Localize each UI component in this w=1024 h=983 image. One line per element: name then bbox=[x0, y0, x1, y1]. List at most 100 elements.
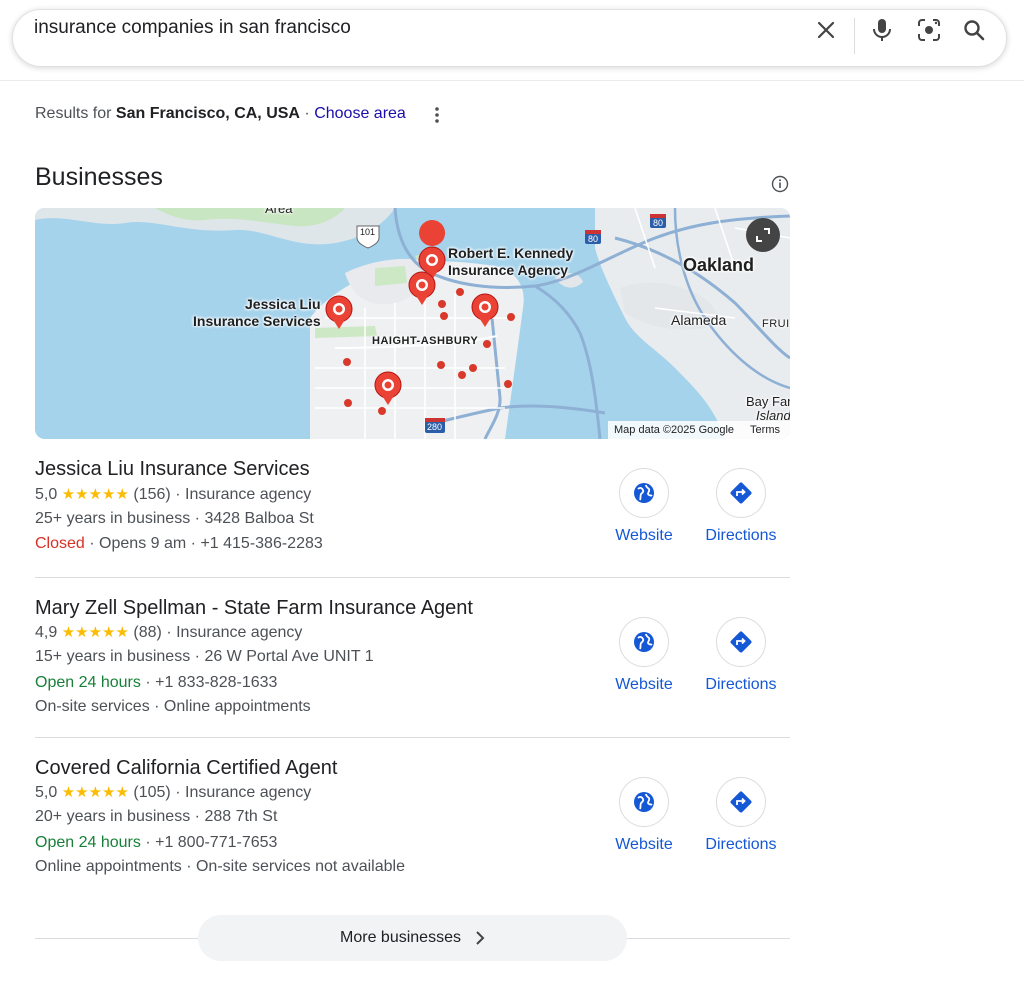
directions-icon bbox=[730, 791, 752, 813]
separator: · bbox=[145, 674, 151, 691]
hwy-101-label: 101 bbox=[360, 227, 376, 237]
rating-value: 5,0 bbox=[35, 784, 58, 801]
business-category: Insurance agency bbox=[176, 624, 303, 641]
website-label[interactable]: Website bbox=[594, 836, 694, 854]
results-for-prefix: Results for bbox=[35, 105, 112, 122]
business-rating-line: 4,9 ★★★★★ (88) · Insurance agency bbox=[35, 623, 302, 642]
clear-icon[interactable] bbox=[812, 16, 840, 44]
expand-map-icon[interactable] bbox=[746, 218, 780, 252]
search-input[interactable] bbox=[34, 17, 774, 39]
microphone-icon[interactable] bbox=[868, 16, 896, 44]
review-count[interactable]: (88) bbox=[133, 624, 161, 641]
rating-stars: ★★★★★ bbox=[61, 486, 129, 503]
map-label-robert-1: Robert E. Kennedy bbox=[448, 245, 574, 261]
search-divider bbox=[854, 18, 855, 54]
map-label-jessica-2: Insurance Services bbox=[193, 313, 321, 329]
opening-hours: Opens 9 am bbox=[99, 535, 187, 552]
hwy-80b-label: 80 bbox=[653, 218, 664, 228]
section-title: Businesses bbox=[35, 163, 163, 191]
rating-stars: ★★★★★ bbox=[61, 784, 129, 801]
business-category: Insurance agency bbox=[185, 784, 312, 801]
chevron-right-icon bbox=[476, 931, 485, 945]
search-icon[interactable] bbox=[960, 16, 988, 44]
globe-icon bbox=[634, 483, 654, 503]
website-button[interactable] bbox=[619, 777, 669, 827]
rating-stars: ★★★★★ bbox=[61, 624, 129, 641]
results-for-line: Results for San Francisco, CA, USA · Cho… bbox=[35, 105, 406, 123]
business-phone[interactable]: +1 415-386-2283 bbox=[200, 535, 322, 552]
website-button[interactable] bbox=[619, 468, 669, 518]
open-status: Closed bbox=[35, 535, 85, 552]
more-options-icon[interactable] bbox=[428, 104, 446, 126]
hwy-280-label: 280 bbox=[427, 422, 443, 432]
business-name[interactable]: Mary Zell Spellman - State Farm Insuranc… bbox=[35, 597, 473, 620]
hwy-80a-label: 80 bbox=[588, 234, 599, 244]
open-status: Open 24 hours bbox=[35, 834, 141, 851]
business-rating-line: 5,0 ★★★★★ (105) · Insurance agency bbox=[35, 783, 311, 802]
directions-label[interactable]: Directions bbox=[691, 676, 791, 694]
separator: · bbox=[166, 624, 172, 641]
years-in-business: 25+ years in business bbox=[35, 510, 191, 527]
business-services: On-site services · Online appointments bbox=[35, 698, 311, 715]
business-hours-line: Open 24 hours · +1 833-828-1633 bbox=[35, 674, 277, 692]
business-phone[interactable]: +1 833-828-1633 bbox=[155, 674, 277, 691]
website-label[interactable]: Website bbox=[594, 527, 694, 545]
header-divider bbox=[0, 80, 1024, 81]
directions-icon bbox=[730, 482, 752, 504]
map-label-oakland: Oakland bbox=[683, 255, 755, 275]
separator: · bbox=[194, 510, 200, 527]
business-name[interactable]: Jessica Liu Insurance Services bbox=[35, 458, 310, 481]
website-button[interactable] bbox=[619, 617, 669, 667]
business-rating-line: 5,0 ★★★★★ (156) · Insurance agency bbox=[35, 485, 311, 504]
results-sep: · bbox=[304, 105, 310, 122]
map-label-jessica-1: Jessica Liu bbox=[245, 296, 321, 312]
more-businesses-label: More businesses bbox=[340, 929, 461, 946]
map-label-bay-farm-1: Bay Far bbox=[746, 394, 790, 409]
directions-label[interactable]: Directions bbox=[691, 527, 791, 545]
map-label-robert-2: Insurance Agency bbox=[448, 262, 569, 278]
map-label-fruit: FRUI bbox=[762, 318, 790, 330]
business-address: 288 7th St bbox=[204, 808, 278, 825]
listing-divider bbox=[35, 577, 790, 578]
business-services: Online appointments · On-site services n… bbox=[35, 858, 405, 875]
camera-lens-icon[interactable] bbox=[915, 16, 943, 44]
map-label-alameda: Alameda bbox=[671, 312, 727, 328]
map-footer: Map data ©2025 Google Terms bbox=[608, 421, 790, 439]
directions-label[interactable]: Directions bbox=[691, 836, 791, 854]
business-address: 3428 Balboa St bbox=[204, 510, 314, 527]
directions-button[interactable] bbox=[716, 777, 766, 827]
business-hours-line: Closed · Opens 9 am · +1 415-386-2283 bbox=[35, 535, 323, 553]
directions-button[interactable] bbox=[716, 468, 766, 518]
business-category: Insurance agency bbox=[185, 486, 312, 503]
review-count[interactable]: (105) bbox=[133, 784, 170, 801]
map[interactable]: Robert E. Kennedy Insurance Agency Jessi… bbox=[35, 208, 790, 439]
rating-value: 5,0 bbox=[35, 486, 58, 503]
separator: · bbox=[190, 535, 196, 552]
review-count[interactable]: (156) bbox=[133, 486, 170, 503]
separator: · bbox=[89, 535, 95, 552]
open-status: Open 24 hours bbox=[35, 674, 141, 691]
business-name[interactable]: Covered California Certified Agent bbox=[35, 757, 337, 780]
map-data-credit: Map data ©2025 Google bbox=[614, 424, 735, 436]
more-businesses-button[interactable]: More businesses bbox=[198, 915, 627, 961]
business-years-line: 25+ years in business · 3428 Balboa St bbox=[35, 510, 314, 528]
choose-area-link[interactable]: Choose area bbox=[314, 105, 406, 122]
separator: · bbox=[194, 808, 200, 825]
business-hours-line: Open 24 hours · +1 800-771-7653 bbox=[35, 834, 277, 852]
directions-icon bbox=[730, 631, 752, 653]
directions-button[interactable] bbox=[716, 617, 766, 667]
website-label[interactable]: Website bbox=[594, 676, 694, 694]
separator: · bbox=[194, 648, 200, 665]
map-terms-link[interactable]: Terms bbox=[750, 424, 780, 436]
years-in-business: 20+ years in business bbox=[35, 808, 191, 825]
business-years-line: 20+ years in business · 288 7th St bbox=[35, 808, 277, 826]
separator: · bbox=[145, 834, 151, 851]
info-icon[interactable] bbox=[771, 175, 789, 193]
globe-icon bbox=[634, 792, 654, 812]
years-in-business: 15+ years in business bbox=[35, 648, 191, 665]
results-location: San Francisco, CA, USA bbox=[115, 105, 300, 122]
separator: · bbox=[175, 486, 181, 503]
rating-value: 4,9 bbox=[35, 624, 58, 641]
map-label-haight: HAIGHT-ASHBURY bbox=[372, 335, 479, 347]
business-phone[interactable]: +1 800-771-7653 bbox=[155, 834, 277, 851]
